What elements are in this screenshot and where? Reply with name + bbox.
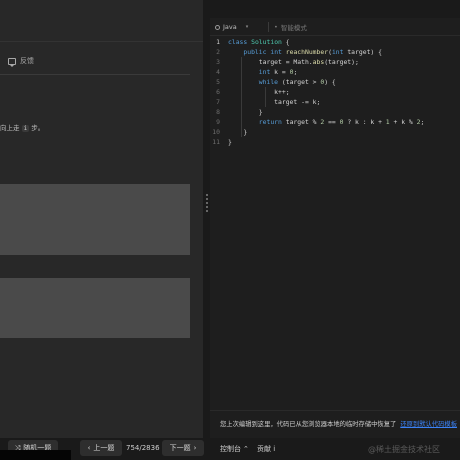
- question-counter: 754/2836: [126, 444, 160, 452]
- restore-notice: 您上次编辑到这里，代码已从您浏览器本地的临时存储中恢复了 还原到默认代码模板: [220, 419, 457, 428]
- code-line: 7 target -= k;: [210, 97, 460, 107]
- chevron-left-icon: ‹: [87, 444, 91, 452]
- line-number: 6: [216, 88, 220, 96]
- code-line: 1 class Solution {: [210, 37, 460, 47]
- desc-prefix: 向上走: [0, 124, 20, 132]
- contribute-label: 贡献 i: [257, 445, 276, 453]
- code-text: target -= k;: [228, 98, 321, 106]
- code-line: 8 }: [210, 107, 460, 117]
- smart-mode-toggle[interactable]: • 智能模式: [274, 21, 307, 33]
- panel-divider: [0, 74, 190, 75]
- next-question-button[interactable]: 下一题 ›: [162, 440, 204, 456]
- line-number: 8: [216, 108, 220, 116]
- line-number: 11: [212, 138, 220, 146]
- language-label: Java: [223, 23, 237, 31]
- feedback-label: 反馈: [20, 57, 34, 65]
- panel-resize-handle[interactable]: [203, 0, 210, 438]
- line-number: 2: [216, 48, 220, 56]
- feedback-button[interactable]: 反馈: [8, 56, 34, 67]
- line-number: 4: [216, 68, 220, 76]
- code-line: 9 return target % 2 == 0 ? k : k + 1 + k…: [210, 117, 460, 127]
- console-toggle[interactable]: 控制台 ⌃: [220, 444, 249, 454]
- code-line: 2 public int reachNumber(int target) {: [210, 47, 460, 57]
- console-label: 控制台: [220, 445, 241, 453]
- code-text: }: [228, 128, 248, 136]
- language-icon: [215, 24, 220, 30]
- code-content[interactable]: 1 class Solution { 2 public int reachNum…: [210, 37, 460, 147]
- code-text: k++;: [228, 88, 290, 96]
- chevron-up-icon: ⌃: [243, 445, 249, 453]
- restore-default-link[interactable]: 还原到默认代码模板: [400, 421, 457, 428]
- prev-label: 上一题: [93, 444, 115, 452]
- code-line: 5 while (target > 0) {: [210, 77, 460, 87]
- code-line: 3 target = Math.abs(target);: [210, 57, 460, 67]
- code-line: 4 int k = 0;: [210, 67, 460, 77]
- code-text: while (target > 0) {: [258, 78, 336, 86]
- line-number: 3: [216, 58, 220, 66]
- code-text: return target % 2 == 0 ? k : k + 1 + k %…: [258, 118, 425, 126]
- code-text: }: [228, 138, 232, 146]
- overlay-box: [0, 450, 71, 460]
- toolbar-divider: [268, 22, 269, 32]
- inline-code: i: [21, 125, 30, 132]
- problem-description: 向上走 i 步。: [0, 122, 44, 132]
- contribute-button[interactable]: 贡献 i: [257, 444, 275, 454]
- watermark: @稀土掘金技术社区: [368, 445, 440, 454]
- restore-message: 您上次编辑到这里，代码已从您浏览器本地的临时存储中恢复了: [220, 421, 397, 428]
- line-number: 10: [212, 128, 220, 136]
- next-label: 下一题: [169, 444, 191, 452]
- drag-handle-icon: [206, 194, 208, 214]
- smart-mode-label: 智能模式: [280, 24, 307, 32]
- code-line: 6 k++;: [210, 87, 460, 97]
- code-line: 11 }: [210, 137, 460, 147]
- language-select[interactable]: Java ▾: [212, 21, 268, 33]
- problem-header-strip: [0, 0, 203, 42]
- chevron-down-icon: ▾: [245, 24, 249, 30]
- line-number: 7: [216, 98, 220, 106]
- example-image-placeholder: [0, 184, 190, 255]
- line-number: 5: [216, 78, 220, 86]
- example-image-placeholder: [0, 278, 190, 338]
- line-number: 9: [216, 118, 220, 126]
- code-line: 10 }: [210, 127, 460, 137]
- code-text: }: [228, 108, 263, 116]
- desc-suffix: 步。: [31, 124, 45, 132]
- code-text: target = Math.abs(target);: [228, 58, 359, 66]
- code-text: class Solution {: [228, 38, 290, 46]
- code-text: public int reachNumber(int target) {: [243, 48, 382, 56]
- bullet-icon: •: [274, 23, 278, 31]
- code-text: int k = 0;: [258, 68, 298, 76]
- chevron-right-icon: ›: [193, 444, 197, 452]
- feedback-icon: [8, 57, 16, 67]
- prev-question-button[interactable]: ‹ 上一题: [80, 440, 122, 456]
- line-number: 1: [216, 38, 220, 46]
